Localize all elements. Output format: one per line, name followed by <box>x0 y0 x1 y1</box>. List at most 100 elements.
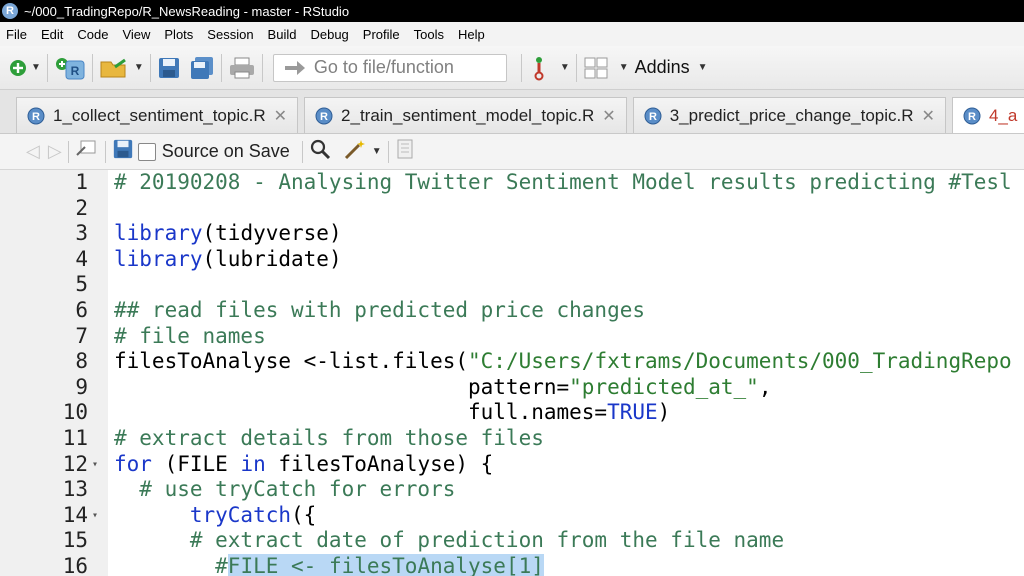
magic-wand-icon[interactable] <box>343 138 369 165</box>
main-toolbar: ▼ R ▼ Go to file/function ▼ ▼ Addins ▼ <box>0 46 1024 90</box>
code-line[interactable]: 10 full.names=TRUE) <box>0 400 1024 426</box>
print-icon[interactable] <box>228 56 256 80</box>
rstudio-icon: R <box>2 3 18 19</box>
menu-tools[interactable]: Tools <box>407 27 451 42</box>
svg-text:R: R <box>71 64 80 78</box>
code-editor[interactable]: 1 # 20190208 - Analysing Twitter Sentimen… <box>0 170 1024 576</box>
code-text: # use tryCatch for errors <box>114 477 455 503</box>
fold-toggle-icon[interactable]: ▾ <box>92 503 98 529</box>
menu-code[interactable]: Code <box>70 27 115 42</box>
chevron-down-icon[interactable]: ▼ <box>31 62 41 73</box>
code-line[interactable]: 7 # file names <box>0 324 1024 350</box>
code-line[interactable]: 14 ▾ tryCatch({ <box>0 503 1024 529</box>
new-project-icon[interactable]: R <box>54 55 86 81</box>
code-line[interactable]: 3 library(tidyverse) <box>0 221 1024 247</box>
tab-predict-price[interactable]: R 3_predict_price_change_topic.R ✕ <box>632 97 946 133</box>
tab-label: 2_train_sentiment_model_topic.R <box>341 105 595 125</box>
code-line[interactable]: 11 # extract details from those files <box>0 426 1024 452</box>
code-line[interactable]: 13 # use tryCatch for errors <box>0 477 1024 503</box>
close-icon[interactable]: ✕ <box>602 106 615 126</box>
code-line[interactable]: 6 ## read files with predicted price chan… <box>0 298 1024 324</box>
menu-bar: File Edit Code View Plots Session Build … <box>0 22 1024 46</box>
code-keyword: library <box>114 221 203 246</box>
save-icon[interactable] <box>112 138 134 165</box>
code-comment: ## read files with predicted price chang… <box>114 298 646 322</box>
menu-plots[interactable]: Plots <box>157 27 200 42</box>
code-line[interactable]: 1 # 20190208 - Analysing Twitter Sentimen… <box>0 170 1024 196</box>
r-file-icon: R <box>644 107 662 124</box>
arrow-right-icon <box>282 58 308 78</box>
menu-profile[interactable]: Profile <box>356 27 407 42</box>
code-token: (FILE <box>151 451 241 476</box>
tab-label: 4_a <box>988 105 1018 125</box>
line-number: 8 <box>75 349 88 374</box>
tab-train-sentiment[interactable]: R 2_train_sentiment_model_topic.R ✕ <box>304 97 627 133</box>
menu-help[interactable]: Help <box>451 27 492 42</box>
show-in-window-icon[interactable] <box>75 139 99 164</box>
editor-toolbar: ◁ ▷ Source on Save ▼ <box>0 134 1024 170</box>
back-arrow-icon[interactable]: ◁ <box>26 141 40 162</box>
menu-session[interactable]: Session <box>200 27 260 42</box>
svg-text:R: R <box>32 111 40 123</box>
toolbar-divider <box>575 53 577 82</box>
chevron-down-icon[interactable]: ▼ <box>698 62 708 73</box>
go-to-file-input[interactable]: Go to file/function <box>272 53 507 82</box>
chevron-down-icon[interactable]: ▼ <box>372 146 382 157</box>
line-number: 11 <box>62 426 88 450</box>
tab-active-file[interactable]: R 4_a <box>951 97 1024 133</box>
grid-icon[interactable] <box>583 56 609 80</box>
line-number: 15 <box>62 528 88 553</box>
menu-view[interactable]: View <box>115 27 157 42</box>
source-on-save-label[interactable]: Source on Save <box>162 141 290 162</box>
svg-text:R: R <box>320 111 328 123</box>
chevron-down-icon[interactable]: ▼ <box>619 62 629 73</box>
save-all-icon[interactable] <box>189 56 215 80</box>
fold-toggle-icon[interactable]: ▾ <box>92 452 98 478</box>
code-line[interactable]: 8 filesToAnalyse <-list.files("C:/Users/f… <box>0 349 1024 375</box>
code-line[interactable]: 16 #FILE <- filesToAnalyse[1] <box>0 554 1024 576</box>
toolbar-divider <box>520 53 522 82</box>
line-number: 14 <box>62 502 88 527</box>
code-comment: # use tryCatch for errors <box>114 477 456 502</box>
go-to-file-placeholder: Go to file/function <box>313 57 454 77</box>
menu-build[interactable]: Build <box>261 27 304 42</box>
menu-edit[interactable]: Edit <box>34 27 70 42</box>
tab-collect-sentiment[interactable]: R 1_collect_sentiment_topic.R ✕ <box>16 97 299 133</box>
menu-file[interactable]: File <box>0 27 34 42</box>
code-line[interactable]: 15 # extract date of prediction from the… <box>0 528 1024 554</box>
toolbar-divider <box>91 53 93 82</box>
code-text: library(lubridate) <box>114 247 342 273</box>
code-text: pattern="predicted_at_", <box>114 375 771 401</box>
code-line[interactable]: 9 pattern="predicted_at_", <box>0 375 1024 401</box>
toolbar-divider <box>301 140 303 163</box>
forward-arrow-icon[interactable]: ▷ <box>48 141 62 162</box>
code-keyword: tryCatch <box>189 502 292 527</box>
code-line[interactable]: 2 <box>0 196 1024 222</box>
r-file-icon: R <box>27 107 45 124</box>
open-file-icon[interactable] <box>99 57 131 79</box>
new-file-icon[interactable] <box>8 58 28 78</box>
close-icon[interactable]: ✕ <box>922 106 935 126</box>
save-icon[interactable] <box>157 56 181 80</box>
search-icon[interactable] <box>309 138 333 165</box>
r-file-icon: R <box>963 107 981 124</box>
chevron-down-icon[interactable]: ▼ <box>560 62 570 73</box>
menu-debug[interactable]: Debug <box>303 27 355 42</box>
line-number: 5 <box>75 272 88 297</box>
code-comment: # <box>114 554 228 576</box>
addins-menu[interactable]: Addins <box>635 57 690 78</box>
chevron-down-icon[interactable]: ▼ <box>134 62 144 73</box>
compile-report-icon[interactable] <box>395 138 415 165</box>
vcs-icon[interactable] <box>528 55 550 81</box>
close-icon[interactable]: ✕ <box>274 106 287 126</box>
code-line[interactable]: 12 ▾ for (FILE in filesToAnalyse) { <box>0 452 1024 478</box>
code-line[interactable]: 4 library(lubridate) <box>0 247 1024 273</box>
source-on-save-checkbox[interactable] <box>137 142 156 161</box>
line-number: 13 <box>62 477 88 502</box>
code-text: #FILE <- filesToAnalyse[1] <box>114 554 544 576</box>
title-bar: R ~/000_TradingRepo/R_NewsReading - mast… <box>0 0 1024 22</box>
svg-text:R: R <box>649 111 657 123</box>
code-line[interactable]: 5 <box>0 272 1024 298</box>
line-number: 4 <box>75 246 88 271</box>
